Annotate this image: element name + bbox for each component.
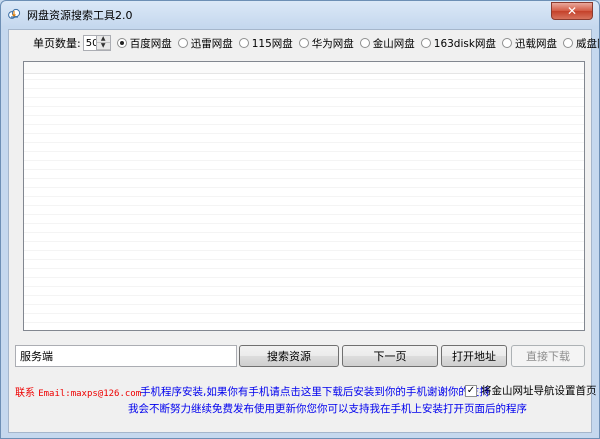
radio-dot[interactable] <box>298 38 309 48</box>
footer-info: 联系 Email:maxps@126.com 手机程序安装,如果你有手机请点击这… <box>9 382 597 399</box>
radio-dot[interactable] <box>116 38 127 48</box>
radio-dot[interactable] <box>501 38 512 48</box>
stepper-down-icon[interactable]: ▼ <box>96 43 110 50</box>
radio-dot[interactable] <box>359 38 370 48</box>
search-button[interactable]: 搜索资源 <box>239 345 339 367</box>
radio-label: 163disk网盘 <box>433 37 496 50</box>
check-icon: ✓ <box>466 384 476 396</box>
action-bar: 搜索资源 下一页 打开地址 直接下载 <box>9 345 591 369</box>
main-window: 网盘资源搜索工具2.0 ✕ 单页数量: ▲ ▼ 百度网盘 迅雷网盘 <box>0 0 600 439</box>
stepper-buttons[interactable]: ▲ ▼ <box>95 36 110 50</box>
radio-dot[interactable] <box>420 38 431 48</box>
radio-label: 威盘网盘 <box>575 37 599 50</box>
radio-label: 金山网盘 <box>372 37 415 50</box>
open-address-button[interactable]: 打开地址 <box>441 345 507 367</box>
homepage-label: 将金山网址导航设置首页 <box>481 385 597 397</box>
client-area: 单页数量: ▲ ▼ 百度网盘 迅雷网盘 115网盘 <box>8 29 599 433</box>
radio-dot[interactable] <box>562 38 573 48</box>
contact-label: 联系 <box>15 388 39 399</box>
server-input[interactable] <box>15 345 237 367</box>
per-page-label: 单页数量: <box>33 37 81 50</box>
radio-115[interactable]: 115网盘 <box>238 36 293 51</box>
radio-weipan[interactable]: 威盘网盘 <box>562 36 599 51</box>
radio-baidu[interactable]: 百度网盘 <box>116 36 172 51</box>
direct-download-button: 直接下载 <box>511 345 585 367</box>
radio-dot[interactable] <box>238 38 249 48</box>
contact-email[interactable]: Email:maxps@126.com <box>38 389 141 399</box>
radio-label: 迅雷网盘 <box>190 37 233 50</box>
radio-label: 115网盘 <box>251 37 293 50</box>
radio-label: 迅载网盘 <box>514 37 557 50</box>
radio-jinshan[interactable]: 金山网盘 <box>359 36 415 51</box>
title-bar[interactable]: 网盘资源搜索工具2.0 ✕ <box>1 1 599 27</box>
results-list[interactable] <box>23 61 585 331</box>
radio-xunlei[interactable]: 迅雷网盘 <box>177 36 233 51</box>
window-title: 网盘资源搜索工具2.0 <box>27 9 133 22</box>
mobile-install-link[interactable]: 手机程序安装,如果你有手机请点击这里下载后安装到你的手机谢谢你的支持 <box>140 384 490 399</box>
radio-dot[interactable] <box>177 38 188 48</box>
results-header <box>24 62 584 74</box>
homepage-checkbox-row[interactable]: ✓ 将金山网址导航设置首页 <box>465 383 597 398</box>
radio-label: 百度网盘 <box>129 37 172 50</box>
radio-163disk[interactable]: 163disk网盘 <box>420 36 496 51</box>
update-notice[interactable]: 我会不断努力继续免费发布使用更新你您你可以支持我在手机上安装打开页面后的程序 <box>128 401 527 416</box>
radio-xunzai[interactable]: 迅载网盘 <box>501 36 557 51</box>
next-page-button[interactable]: 下一页 <box>342 345 438 367</box>
contact-text: 联系 Email:maxps@126.com <box>15 384 141 399</box>
per-page-stepper[interactable]: ▲ ▼ <box>82 35 111 51</box>
search-options-bar: 单页数量: ▲ ▼ 百度网盘 迅雷网盘 115网盘 <box>9 30 599 56</box>
radio-label: 华为网盘 <box>311 37 354 50</box>
close-icon: ✕ <box>566 4 578 18</box>
close-button[interactable]: ✕ <box>551 2 593 20</box>
radio-huawei[interactable]: 华为网盘 <box>298 36 354 51</box>
homepage-checkbox[interactable]: ✓ <box>465 384 477 397</box>
cloud-icon <box>8 8 21 19</box>
